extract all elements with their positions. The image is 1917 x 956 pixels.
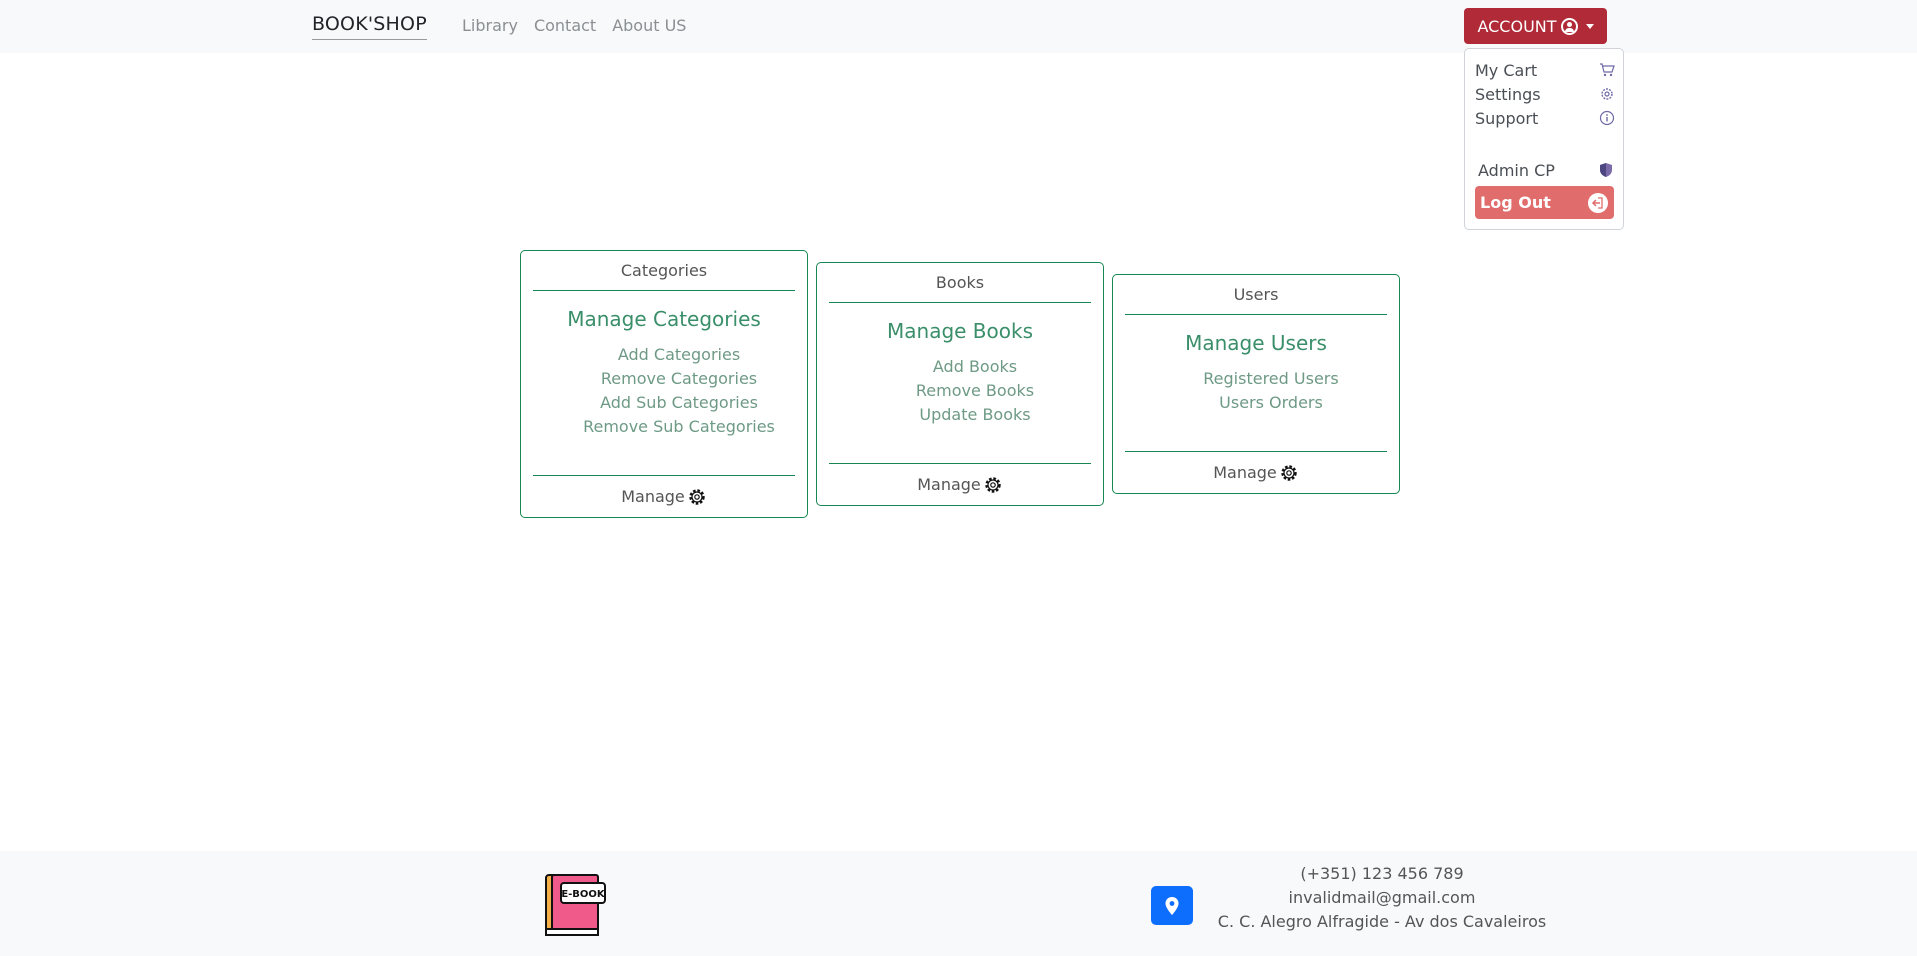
contact-address: C. C. Alegro Alfragide - Av dos Cavaleir… [1217,912,1547,931]
nav-links: Library Contact About US [462,16,686,35]
manage-label: Manage [917,475,981,494]
link-add-categories[interactable]: Add Categories [551,343,807,367]
manage-label: Manage [1213,463,1277,482]
user-circle-icon [1560,17,1578,35]
card-header: Books [829,263,1091,303]
contact-phone: (+351) 123 456 789 [1300,864,1464,883]
gear-icon [1281,464,1297,481]
link-add-books[interactable]: Add Books [847,355,1103,379]
gear-icon [985,476,1001,493]
menu-item-label: Admin CP [1478,160,1555,180]
menu-item-label: Support [1475,108,1539,128]
manage-label: Manage [621,487,685,506]
manage-categories-button[interactable]: Manage [533,475,795,517]
link-users-orders[interactable]: Users Orders [1143,391,1399,415]
link-update-books[interactable]: Update Books [847,403,1103,427]
card-header: Categories [533,251,795,291]
location-button[interactable] [1151,886,1193,925]
nav-link-contact[interactable]: Contact [534,16,596,35]
map-pin-icon [1165,896,1179,915]
card-links: Registered Users Users Orders [1143,367,1399,415]
menu-item-settings[interactable]: Settings [1475,83,1615,105]
link-remove-sub-categories[interactable]: Remove Sub Categories [551,415,807,439]
account-dropdown-menu: My Cart Settings Support Admin CP Log Ou… [1464,48,1624,230]
card-title: Manage Books [887,319,1033,343]
account-button[interactable]: ACCOUNT [1464,8,1607,44]
link-registered-users[interactable]: Registered Users [1143,367,1399,391]
nav-link-library[interactable]: Library [462,16,518,35]
card-users: Users Manage Users Registered Users User… [1112,274,1400,494]
menu-item-admin-cp[interactable]: Admin CP [1478,159,1614,181]
menu-item-label: Settings [1475,84,1541,104]
brand-logo[interactable]: BOOK'SHOP [312,13,427,40]
ebook-logo-icon: E-BOOK [545,874,606,936]
manage-users-button[interactable]: Manage [1125,451,1387,493]
logout-label: Log Out [1480,193,1551,212]
contact-email: invalidmail@gmail.com [1288,888,1476,907]
account-label: ACCOUNT [1477,16,1557,36]
nav-link-about[interactable]: About US [612,16,686,35]
logout-icon [1588,192,1608,213]
link-remove-categories[interactable]: Remove Categories [551,367,807,391]
card-categories: Categories Manage Categories Add Categor… [520,250,808,518]
caret-down-icon [1585,23,1594,29]
card-links: Add Categories Remove Categories Add Sub… [551,343,807,439]
navbar: BOOK'SHOP Library Contact About US ACCOU… [0,0,1917,53]
contact-info: (+351) 123 456 789 invalidmail@gmail.com… [1200,862,1564,934]
menu-item-my-cart[interactable]: My Cart [1475,59,1615,81]
manage-books-button[interactable]: Manage [829,463,1091,505]
link-remove-books[interactable]: Remove Books [847,379,1103,403]
logout-button[interactable]: Log Out [1475,186,1614,219]
card-header: Users [1125,275,1387,315]
gear-icon [1599,86,1615,102]
footer [0,851,1917,956]
card-links: Add Books Remove Books Update Books [847,355,1103,427]
link-add-sub-categories[interactable]: Add Sub Categories [551,391,807,415]
menu-item-support[interactable]: Support [1475,107,1615,129]
gear-icon [689,488,705,505]
menu-item-label: My Cart [1475,60,1538,80]
card-title: Manage Categories [567,307,761,331]
info-circle-icon [1599,110,1615,126]
cart-icon [1599,62,1615,78]
shield-icon [1598,162,1614,178]
card-books: Books Manage Books Add Books Remove Book… [816,262,1104,506]
card-title: Manage Users [1185,331,1327,355]
ebook-logo-text: E-BOOK [561,889,606,900]
